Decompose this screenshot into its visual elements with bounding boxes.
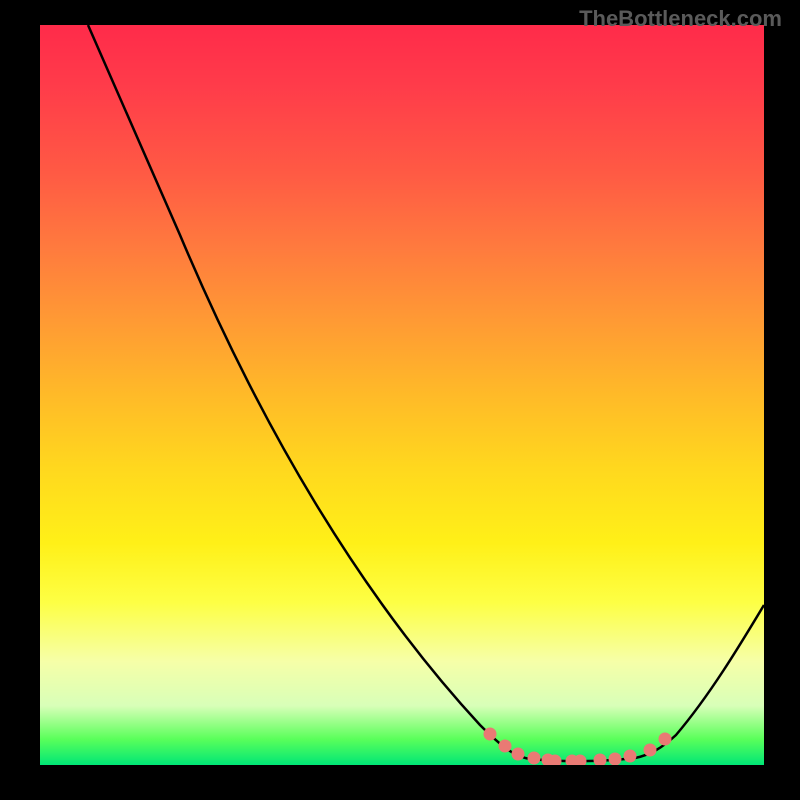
plot-svg (40, 25, 764, 765)
chart-container: TheBottleneck.com (0, 0, 800, 800)
plot-area (40, 25, 764, 765)
curve-marker (499, 740, 512, 753)
curve-marker (644, 744, 657, 757)
curve-marker (484, 728, 497, 741)
curve-marker (594, 754, 607, 766)
curve-marker (609, 753, 622, 766)
bottleneck-curve (88, 25, 764, 761)
watermark-text: TheBottleneck.com (579, 6, 782, 32)
curve-marker (624, 750, 637, 763)
curve-marker (659, 733, 672, 746)
curve-marker (528, 752, 541, 765)
marker-group (484, 728, 672, 766)
curve-marker (512, 748, 525, 761)
